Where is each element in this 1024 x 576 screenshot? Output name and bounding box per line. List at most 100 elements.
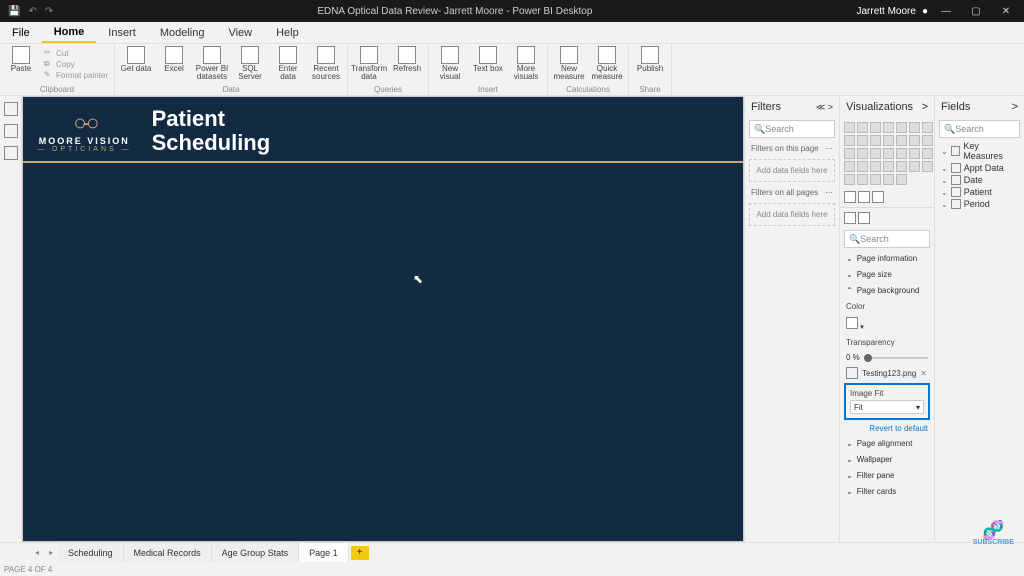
viz-type-icon[interactable] — [870, 135, 881, 146]
menu-insert[interactable]: Insert — [96, 22, 148, 43]
viz-type-icon[interactable] — [857, 174, 868, 185]
viz-type-icon[interactable] — [857, 161, 868, 172]
page-format-icon[interactable] — [844, 212, 856, 224]
section-page-align[interactable]: ⌄Page alignment — [840, 435, 934, 451]
model-view-icon[interactable] — [4, 146, 18, 160]
paste-button[interactable]: Paste — [4, 46, 38, 73]
menu-help[interactable]: Help — [264, 22, 311, 43]
ellipsis-icon[interactable]: ⋯ — [825, 144, 833, 153]
menu-view[interactable]: View — [216, 22, 264, 43]
viz-type-icon[interactable] — [909, 148, 920, 159]
format-search[interactable]: 🔍 Search — [844, 230, 930, 248]
format-painter-button[interactable]: ✎Format painter — [44, 70, 108, 80]
viz-type-icon[interactable] — [883, 174, 894, 185]
table-item[interactable]: ⌄Period — [939, 198, 1020, 210]
ellipsis-icon[interactable]: ⋯ — [825, 188, 833, 197]
viz-type-icon[interactable] — [896, 122, 907, 133]
viz-type-icon[interactable] — [844, 148, 855, 159]
viz-type-icon[interactable] — [896, 174, 907, 185]
viz-type-icon[interactable] — [896, 161, 907, 172]
excel-button[interactable]: Excel — [157, 46, 191, 73]
table-item[interactable]: ⌄Key Measures — [939, 140, 1020, 162]
viz-type-icon[interactable] — [883, 135, 894, 146]
viz-type-icon[interactable] — [857, 135, 868, 146]
section-page-bg[interactable]: ⌃Page background — [840, 282, 934, 298]
user-avatar[interactable]: ● — [922, 6, 928, 17]
viz-type-icon[interactable] — [844, 122, 855, 133]
section-wallpaper[interactable]: ⌄Wallpaper — [840, 451, 934, 467]
color-picker[interactable] — [846, 317, 858, 329]
viz-type-icon[interactable] — [883, 148, 894, 159]
refresh-button[interactable]: Refresh — [390, 46, 424, 73]
viz-type-icon[interactable] — [896, 135, 907, 146]
minimize-button[interactable]: — — [934, 6, 958, 17]
tab-next-icon[interactable]: ▸ — [44, 548, 58, 557]
image-fit-dropdown[interactable]: Fit▾ — [850, 400, 924, 414]
viz-type-icon[interactable] — [922, 148, 933, 159]
viz-type-icon[interactable] — [909, 161, 920, 172]
viz-type-icon[interactable] — [870, 148, 881, 159]
viz-type-icon[interactable] — [857, 122, 868, 133]
format-tab-icon[interactable] — [858, 191, 870, 203]
page-tab[interactable]: Scheduling — [58, 543, 124, 562]
sql-button[interactable]: SQL Server — [233, 46, 267, 81]
get-data-button[interactable]: Get data — [119, 46, 153, 73]
page-format-icon[interactable] — [858, 212, 870, 224]
table-item[interactable]: ⌄Date — [939, 174, 1020, 186]
viz-type-icon[interactable] — [844, 174, 855, 185]
viz-type-icon[interactable] — [896, 148, 907, 159]
viz-type-icon[interactable] — [883, 161, 894, 172]
expand-icon[interactable]: > — [1012, 101, 1018, 113]
table-item[interactable]: ⌄Appt Data — [939, 162, 1020, 174]
fields-search[interactable]: 🔍 Search — [939, 120, 1020, 138]
page-tab[interactable]: Medical Records — [124, 543, 212, 562]
menu-home[interactable]: Home — [42, 22, 97, 43]
data-view-icon[interactable] — [4, 124, 18, 138]
recent-sources-button[interactable]: Recent sources — [309, 46, 343, 81]
cut-button[interactable]: ✂Cut — [44, 48, 108, 58]
maximize-button[interactable]: ▢ — [964, 6, 988, 17]
viz-type-icon[interactable] — [922, 135, 933, 146]
expand-icon[interactable]: > — [922, 101, 928, 113]
revert-link[interactable]: Revert to default — [840, 422, 934, 435]
analytics-tab-icon[interactable] — [872, 191, 884, 203]
text-box-button[interactable]: Text box — [471, 46, 505, 73]
collapse-icon[interactable]: ≪ > — [816, 102, 833, 113]
fields-tab-icon[interactable] — [844, 191, 856, 203]
menu-file[interactable]: File — [0, 22, 42, 43]
copy-button[interactable]: ⧉Copy — [44, 59, 108, 69]
transform-data-button[interactable]: Transform data — [352, 46, 386, 81]
report-view-icon[interactable] — [4, 102, 18, 116]
undo-icon[interactable]: ↶ — [28, 6, 36, 17]
user-name[interactable]: Jarrett Moore — [856, 6, 915, 17]
section-filter-pane[interactable]: ⌄Filter pane — [840, 467, 934, 483]
redo-icon[interactable]: ↷ — [45, 6, 53, 17]
chevron-down-icon[interactable]: ▾ — [860, 324, 864, 331]
tab-prev-icon[interactable]: ◂ — [30, 548, 44, 557]
remove-image-icon[interactable]: ✕ — [920, 369, 927, 378]
table-item[interactable]: ⌄Patient — [939, 186, 1020, 198]
add-page-button[interactable]: + — [351, 546, 369, 560]
menu-modeling[interactable]: Modeling — [148, 22, 217, 43]
filters-page-well[interactable]: Add data fields here — [749, 159, 835, 182]
pbi-datasets-button[interactable]: Power BI datasets — [195, 46, 229, 81]
section-filter-cards[interactable]: ⌄Filter cards — [840, 483, 934, 499]
more-visuals-button[interactable]: More visuals — [509, 46, 543, 81]
new-visual-button[interactable]: New visual — [433, 46, 467, 81]
viz-type-icon[interactable] — [844, 161, 855, 172]
section-page-info[interactable]: ⌄Page information — [840, 250, 934, 266]
viz-type-icon[interactable] — [844, 135, 855, 146]
publish-button[interactable]: Publish — [633, 46, 667, 73]
viz-type-icon[interactable] — [857, 148, 868, 159]
viz-type-icon[interactable] — [870, 161, 881, 172]
section-page-size[interactable]: ⌄Page size — [840, 266, 934, 282]
viz-type-icon[interactable] — [870, 174, 881, 185]
page-tab[interactable]: Age Group Stats — [212, 543, 300, 562]
viz-type-icon[interactable] — [909, 122, 920, 133]
filters-all-well[interactable]: Add data fields here — [749, 203, 835, 226]
new-measure-button[interactable]: New measure — [552, 46, 586, 81]
quick-measure-button[interactable]: Quick measure — [590, 46, 624, 81]
save-icon[interactable]: 💾 — [8, 6, 20, 17]
viz-type-icon[interactable] — [922, 122, 933, 133]
viz-type-icon[interactable] — [909, 135, 920, 146]
